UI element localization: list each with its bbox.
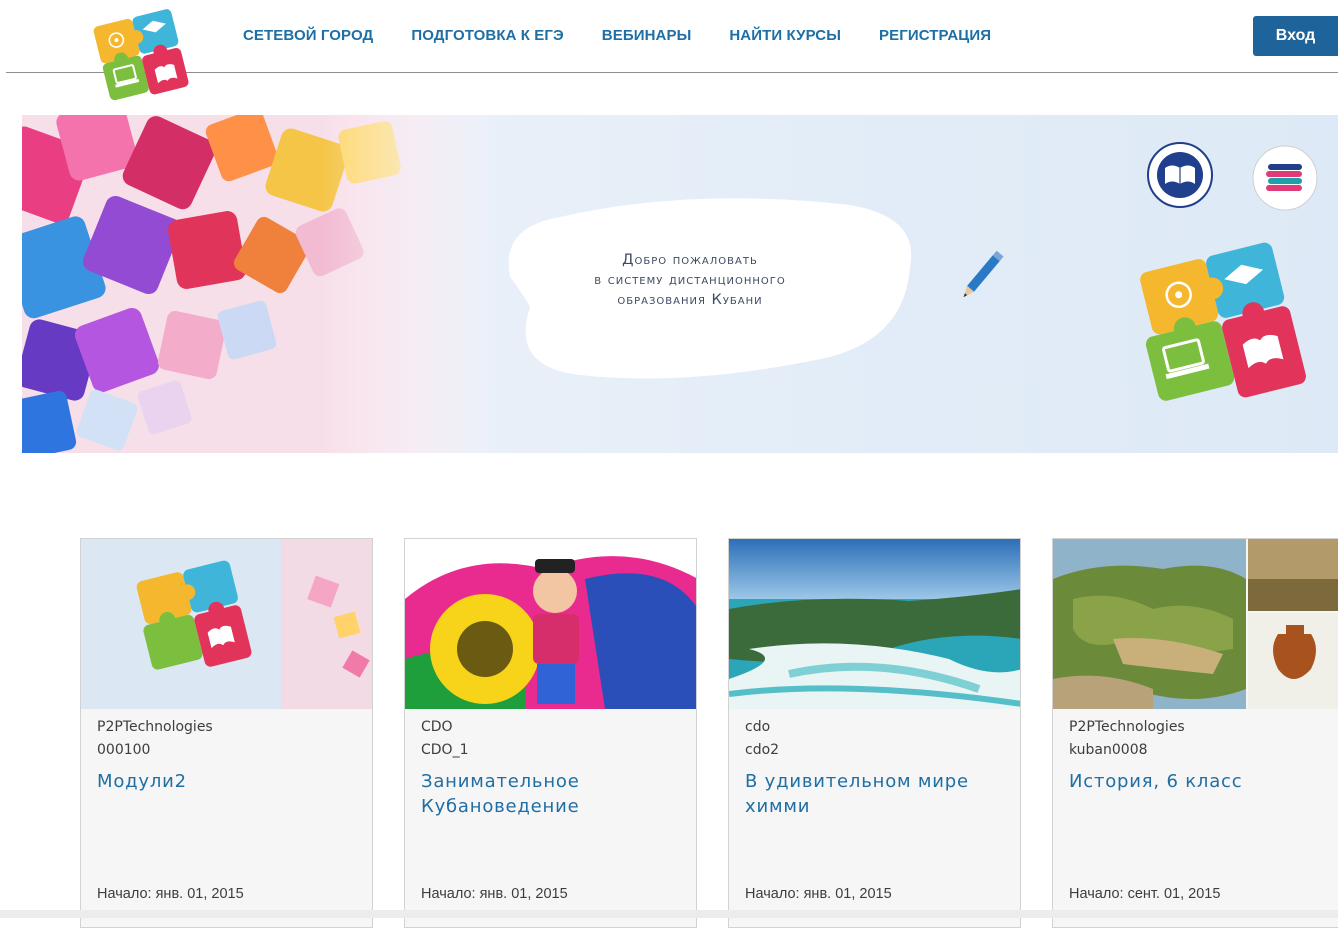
puzzle-logo-icon[interactable] — [88, 6, 200, 114]
decorative-cubes — [22, 115, 492, 453]
ministry-emblem-icon — [1147, 142, 1213, 208]
course-card[interactable]: CDO CDO_1 Занимательное Кубановедение На… — [404, 538, 697, 928]
course-org: P2PTechnologies — [1069, 719, 1185, 735]
course-title[interactable]: Модули2 — [97, 769, 359, 794]
puzzle-illustration — [1140, 242, 1306, 401]
course-code: 000100 — [97, 742, 151, 758]
welcome-line-3: образования Кубани — [617, 292, 763, 308]
course-start-date: Начало: сент. 01, 2015 — [1069, 886, 1221, 902]
course-card[interactable]: P2PTechnologies 000100 Модули2 Начало: я… — [80, 538, 373, 928]
main-nav: СЕТЕВОЙ ГОРОД ПОДГОТОВКА К ЕГЭ ВЕБИНАРЫ … — [243, 26, 1029, 46]
course-code: kuban0008 — [1069, 742, 1148, 758]
nav-link-registration[interactable]: РЕГИСТРАЦИЯ — [879, 26, 991, 46]
pencil-icon — [963, 250, 1004, 298]
course-image — [1053, 539, 1338, 709]
welcome-line-2: в систему дистанционного — [594, 272, 786, 288]
course-card[interactable]: cdo cdo2 В удивительном мире химми Начал… — [728, 538, 1021, 928]
course-title[interactable]: В удивительном мире химми — [745, 769, 1007, 819]
page-bottom-band — [0, 910, 1338, 918]
course-image — [405, 539, 696, 709]
course-start-date: Начало: янв. 01, 2015 — [97, 886, 244, 902]
course-start-date: Начало: янв. 01, 2015 — [421, 886, 568, 902]
course-org: CDO — [421, 719, 453, 735]
course-code: cdo2 — [745, 742, 780, 758]
welcome-banner: Добро пожаловать в систему дистанционног… — [22, 115, 1338, 453]
site-header: СЕТЕВОЙ ГОРОД ПОДГОТОВКА К ЕГЭ ВЕБИНАРЫ … — [0, 0, 1338, 74]
course-image — [81, 539, 372, 709]
welcome-line-1: Добро пожаловать — [622, 252, 758, 268]
course-org: cdo — [745, 719, 771, 735]
course-list: P2PTechnologies 000100 Модули2 Начало: я… — [80, 538, 1338, 928]
nav-link-webinars[interactable]: ВЕБИНАРЫ — [602, 26, 692, 46]
course-title[interactable]: История, 6 класс — [1069, 769, 1331, 794]
course-image — [729, 539, 1020, 709]
nav-link-find-courses[interactable]: НАЙТИ КУРСЫ — [729, 26, 841, 46]
header-divider — [6, 72, 1338, 73]
course-org: P2PTechnologies — [97, 719, 213, 735]
course-code: CDO_1 — [421, 742, 469, 758]
welcome-message: Добро пожаловать в систему дистанционног… — [520, 250, 860, 310]
nav-link-exam-prep[interactable]: ПОДГОТОВКА К ЕГЭ — [411, 26, 563, 46]
institute-emblem-icon — [1252, 145, 1318, 211]
course-start-date: Начало: янв. 01, 2015 — [745, 886, 892, 902]
nav-link-network-city[interactable]: СЕТЕВОЙ ГОРОД — [243, 26, 373, 46]
course-title[interactable]: Занимательное Кубановедение — [421, 769, 683, 819]
login-button[interactable]: Вход — [1253, 16, 1338, 56]
course-card[interactable]: P2PTechnologies kuban0008 История, 6 кла… — [1052, 538, 1338, 928]
